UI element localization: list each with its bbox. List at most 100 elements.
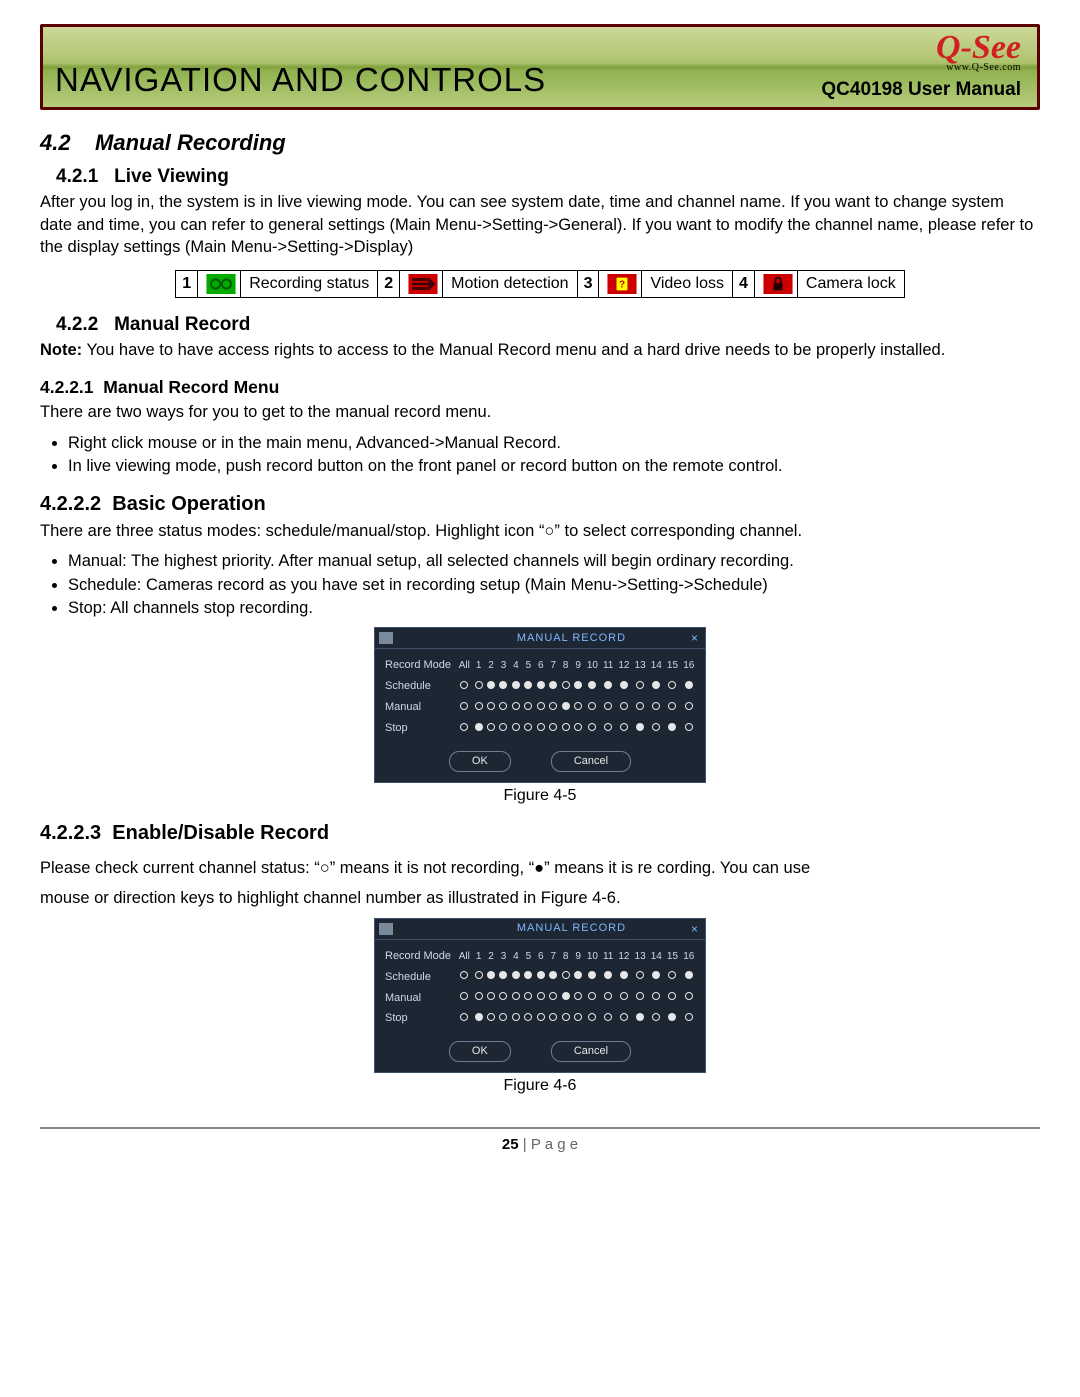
ok-button[interactable]: OK bbox=[449, 1041, 511, 1062]
channel-radio[interactable] bbox=[535, 697, 547, 718]
channel-radio[interactable] bbox=[601, 1008, 616, 1029]
channel-radio[interactable] bbox=[547, 718, 559, 739]
channel-radio[interactable] bbox=[601, 967, 616, 988]
channel-radio[interactable] bbox=[572, 1008, 584, 1029]
channel-radio[interactable] bbox=[559, 697, 571, 718]
channel-radio[interactable] bbox=[547, 676, 559, 697]
channel-radio[interactable] bbox=[681, 697, 697, 718]
channel-radio[interactable] bbox=[572, 697, 584, 718]
all-radio[interactable] bbox=[456, 718, 472, 739]
channel-radio[interactable] bbox=[572, 676, 584, 697]
channel-radio[interactable] bbox=[616, 676, 632, 697]
channel-radio[interactable] bbox=[559, 967, 571, 988]
channel-radio[interactable] bbox=[664, 967, 680, 988]
channel-radio[interactable] bbox=[472, 1008, 484, 1029]
channel-radio[interactable] bbox=[572, 988, 584, 1009]
channel-radio[interactable] bbox=[472, 967, 484, 988]
channel-radio[interactable] bbox=[522, 967, 534, 988]
channel-radio[interactable] bbox=[535, 1008, 547, 1029]
channel-radio[interactable] bbox=[497, 718, 509, 739]
channel-radio[interactable] bbox=[510, 967, 522, 988]
channel-radio[interactable] bbox=[572, 967, 584, 988]
channel-radio[interactable] bbox=[664, 676, 680, 697]
channel-radio[interactable] bbox=[485, 1008, 497, 1029]
channel-radio[interactable] bbox=[497, 967, 509, 988]
channel-radio[interactable] bbox=[584, 676, 600, 697]
channel-radio[interactable] bbox=[648, 676, 664, 697]
channel-radio[interactable] bbox=[681, 718, 697, 739]
channel-radio[interactable] bbox=[616, 988, 632, 1009]
all-radio[interactable] bbox=[456, 1008, 472, 1029]
channel-radio[interactable] bbox=[632, 718, 648, 739]
channel-radio[interactable] bbox=[472, 676, 484, 697]
close-icon[interactable]: × bbox=[688, 921, 701, 937]
channel-radio[interactable] bbox=[664, 697, 680, 718]
channel-radio[interactable] bbox=[535, 988, 547, 1009]
channel-radio[interactable] bbox=[497, 988, 509, 1009]
channel-radio[interactable] bbox=[648, 697, 664, 718]
channel-radio[interactable] bbox=[485, 967, 497, 988]
channel-radio[interactable] bbox=[485, 718, 497, 739]
channel-radio[interactable] bbox=[535, 967, 547, 988]
cancel-button[interactable]: Cancel bbox=[551, 751, 631, 772]
channel-radio[interactable] bbox=[632, 988, 648, 1009]
channel-radio[interactable] bbox=[584, 718, 600, 739]
channel-radio[interactable] bbox=[510, 718, 522, 739]
channel-radio[interactable] bbox=[632, 1008, 648, 1029]
channel-radio[interactable] bbox=[632, 697, 648, 718]
channel-radio[interactable] bbox=[632, 676, 648, 697]
all-radio[interactable] bbox=[456, 967, 472, 988]
cancel-button[interactable]: Cancel bbox=[551, 1041, 631, 1062]
channel-radio[interactable] bbox=[522, 676, 534, 697]
channel-radio[interactable] bbox=[522, 1008, 534, 1029]
channel-radio[interactable] bbox=[601, 697, 616, 718]
channel-radio[interactable] bbox=[681, 676, 697, 697]
channel-radio[interactable] bbox=[616, 697, 632, 718]
channel-radio[interactable] bbox=[472, 988, 484, 1009]
channel-radio[interactable] bbox=[664, 988, 680, 1009]
channel-radio[interactable] bbox=[648, 967, 664, 988]
channel-radio[interactable] bbox=[497, 1008, 509, 1029]
channel-radio[interactable] bbox=[681, 1008, 697, 1029]
channel-radio[interactable] bbox=[522, 697, 534, 718]
channel-radio[interactable] bbox=[547, 697, 559, 718]
all-radio[interactable] bbox=[456, 676, 472, 697]
channel-radio[interactable] bbox=[559, 988, 571, 1009]
channel-radio[interactable] bbox=[572, 718, 584, 739]
channel-radio[interactable] bbox=[584, 988, 600, 1009]
all-radio[interactable] bbox=[456, 697, 472, 718]
channel-radio[interactable] bbox=[547, 1008, 559, 1029]
channel-radio[interactable] bbox=[584, 967, 600, 988]
channel-radio[interactable] bbox=[664, 718, 680, 739]
channel-radio[interactable] bbox=[616, 1008, 632, 1029]
channel-radio[interactable] bbox=[601, 718, 616, 739]
channel-radio[interactable] bbox=[510, 676, 522, 697]
channel-radio[interactable] bbox=[497, 676, 509, 697]
channel-radio[interactable] bbox=[559, 1008, 571, 1029]
channel-radio[interactable] bbox=[510, 988, 522, 1009]
channel-radio[interactable] bbox=[510, 697, 522, 718]
channel-radio[interactable] bbox=[584, 1008, 600, 1029]
channel-radio[interactable] bbox=[664, 1008, 680, 1029]
close-icon[interactable]: × bbox=[688, 630, 701, 646]
channel-radio[interactable] bbox=[616, 718, 632, 739]
channel-radio[interactable] bbox=[485, 697, 497, 718]
channel-radio[interactable] bbox=[510, 1008, 522, 1029]
channel-radio[interactable] bbox=[547, 988, 559, 1009]
channel-radio[interactable] bbox=[648, 718, 664, 739]
channel-radio[interactable] bbox=[522, 718, 534, 739]
channel-radio[interactable] bbox=[601, 988, 616, 1009]
channel-radio[interactable] bbox=[485, 676, 497, 697]
channel-radio[interactable] bbox=[648, 988, 664, 1009]
channel-radio[interactable] bbox=[584, 697, 600, 718]
channel-radio[interactable] bbox=[681, 988, 697, 1009]
channel-radio[interactable] bbox=[616, 967, 632, 988]
channel-radio[interactable] bbox=[535, 676, 547, 697]
channel-radio[interactable] bbox=[632, 967, 648, 988]
channel-radio[interactable] bbox=[497, 697, 509, 718]
all-radio[interactable] bbox=[456, 988, 472, 1009]
channel-radio[interactable] bbox=[472, 718, 484, 739]
channel-radio[interactable] bbox=[535, 718, 547, 739]
channel-radio[interactable] bbox=[472, 697, 484, 718]
channel-radio[interactable] bbox=[559, 676, 571, 697]
